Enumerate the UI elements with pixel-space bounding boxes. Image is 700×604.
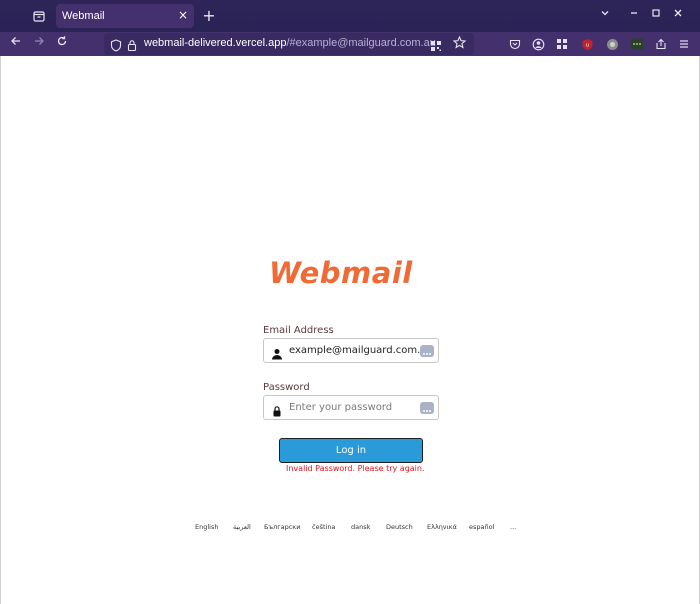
language-link[interactable]: English [195, 523, 218, 531]
error-message: Invalid Password. Please try again. [286, 464, 425, 473]
password-placeholder: Enter your password [289, 402, 393, 413]
lock-icon[interactable] [126, 37, 140, 52]
reload-icon[interactable] [53, 35, 71, 53]
tab-webmail[interactable]: Webmail × [56, 4, 194, 28]
forward-icon[interactable] [30, 35, 48, 53]
password-manager-icon[interactable] [420, 345, 434, 357]
logo-text: Webmail [269, 256, 413, 290]
extension-circle-icon[interactable] [604, 36, 620, 52]
account-icon[interactable] [530, 36, 546, 52]
login-button[interactable]: Log in [279, 438, 423, 463]
tab-title: Webmail [62, 10, 105, 22]
shield-icon[interactable] [110, 37, 124, 52]
password-field[interactable]: Enter your password [263, 395, 439, 420]
language-link[interactable]: Български [264, 523, 300, 531]
language-link[interactable]: čeština [312, 523, 335, 531]
webmail-logo: Webmail [269, 256, 434, 292]
language-link[interactable]: Ελληνικά [427, 523, 457, 531]
url-path: /#example@mailguard.com.au [286, 37, 436, 49]
user-icon [271, 345, 283, 360]
qr-code-icon[interactable] [430, 37, 444, 51]
new-tab-button[interactable]: + [200, 6, 218, 25]
url-text[interactable]: webmail-delivered.vercel.app/#example@ma… [144, 37, 436, 49]
page-content: Webmail Email Address example@mailguard.… [0, 56, 700, 604]
tab-close-icon[interactable]: × [178, 8, 188, 22]
share-icon[interactable] [653, 36, 669, 52]
extensions-grid-icon[interactable] [554, 36, 570, 52]
chevron-down-icon[interactable] [598, 8, 612, 21]
email-field[interactable]: example@mailguard.com.au [263, 338, 439, 363]
language-link[interactable]: dansk [351, 523, 370, 531]
extension-green-icon[interactable] [629, 36, 645, 52]
svg-text:u: u [585, 42, 588, 48]
browser-titlebar: Webmail × + [0, 0, 700, 32]
back-icon[interactable] [7, 35, 25, 53]
menu-icon[interactable] [676, 36, 692, 52]
password-label: Password [263, 382, 310, 393]
url-host: webmail-delivered.vercel.app [144, 37, 287, 49]
lock-icon [271, 402, 283, 417]
address-bar[interactable]: webmail-delivered.vercel.app/#example@ma… [104, 33, 474, 55]
maximize-icon[interactable] [649, 8, 663, 21]
language-link[interactable]: Deutsch [386, 523, 413, 531]
password-manager-icon[interactable] [420, 402, 434, 414]
email-label: Email Address [263, 325, 334, 336]
language-link[interactable]: العربية [233, 523, 251, 531]
more-languages-link[interactable]: ... [510, 523, 516, 531]
minimize-icon[interactable] [627, 8, 641, 21]
pocket-icon[interactable] [507, 36, 523, 52]
browser-navbar: webmail-delivered.vercel.app/#example@ma… [0, 32, 700, 56]
ublock-icon[interactable]: u [579, 36, 595, 52]
email-value: example@mailguard.com.au [289, 345, 433, 356]
tab-overview-icon[interactable] [28, 6, 50, 26]
language-link[interactable]: español [469, 523, 494, 531]
close-window-icon[interactable] [671, 8, 685, 21]
bookmark-star-icon[interactable] [452, 35, 467, 53]
language-list: English العربية Български čeština dansk … [1, 523, 700, 535]
